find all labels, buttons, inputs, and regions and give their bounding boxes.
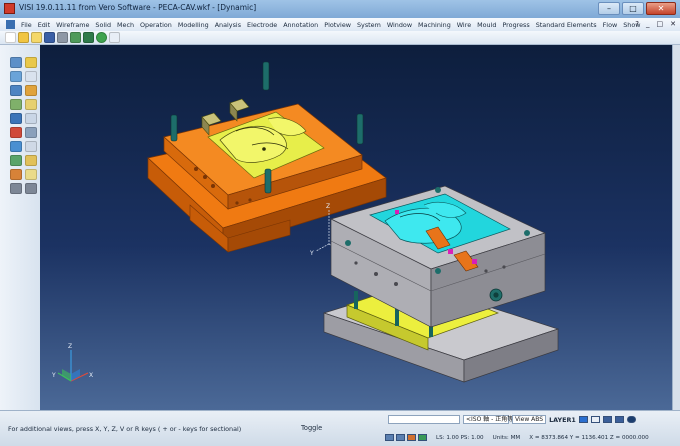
menu-wire[interactable]: Wire [454, 21, 474, 29]
import-icon[interactable] [70, 32, 81, 43]
system-menu-icon[interactable] [6, 20, 15, 29]
menu-system[interactable]: System [354, 21, 384, 29]
menu-analysis[interactable]: Analysis [212, 21, 244, 29]
menu-machining[interactable]: Machining [415, 21, 454, 29]
mdi-controls: ? _ □ ✕ [635, 20, 676, 28]
new-file-icon[interactable] [5, 32, 16, 43]
open-wizard-icon[interactable] [31, 32, 42, 43]
rotate-icon[interactable] [10, 85, 22, 96]
status-top-row: <ISO 軸 - 正角等> View ABS LAYER1 [388, 415, 636, 424]
menu-wireframe[interactable]: Wireframe [53, 21, 92, 29]
gray-mold-half[interactable] [322, 185, 560, 383]
menu-operation[interactable]: Operation [137, 21, 175, 29]
triad-x-label: X [89, 372, 93, 379]
print-icon[interactable] [57, 32, 68, 43]
unlock-icon[interactable] [25, 169, 37, 180]
erase-icon[interactable] [10, 127, 22, 138]
export-icon[interactable] [83, 32, 94, 43]
command-input[interactable] [388, 415, 460, 424]
status-bottom-row: LS: 1.00 PS: 1.00 Units: MM X = 8373.864… [385, 434, 649, 441]
menu-window[interactable]: Window [384, 21, 415, 29]
view-selector[interactable]: View ABS [512, 415, 547, 424]
window-title: VISI 19.0.11.11 from Vero Software - PEC… [19, 3, 257, 12]
menu-plotview[interactable]: Plotview [321, 21, 354, 29]
origin-y-label: Y [309, 250, 314, 257]
coordinate-readout: X = 8373.864 Y = 1136.401 Z = 0000.000 [529, 434, 649, 441]
undo-icon[interactable] [385, 434, 394, 441]
menu-modelling[interactable]: Modelling [175, 21, 212, 29]
menu-annotation[interactable]: Annotation [280, 21, 321, 29]
toggle-button[interactable]: Toggle [301, 424, 322, 432]
mdi-minimize-button[interactable]: _ [646, 20, 650, 28]
mdi-close-button[interactable]: ✕ [670, 20, 676, 28]
menu-edit[interactable]: Edit [35, 21, 53, 29]
maximize-button[interactable]: □ [622, 2, 644, 15]
minimize-button[interactable]: – [598, 2, 620, 15]
menu-mould[interactable]: Mould [474, 21, 499, 29]
globe-icon[interactable] [96, 32, 107, 43]
color-swatch-icon[interactable] [578, 416, 588, 423]
shade-icon[interactable] [10, 141, 22, 152]
save-icon[interactable] [44, 32, 55, 43]
back-arrow-icon[interactable] [10, 183, 22, 194]
main-toolbar [0, 31, 680, 45]
scale-icon[interactable] [10, 99, 22, 110]
lock-icon[interactable] [10, 169, 22, 180]
window-icon[interactable] [109, 32, 120, 43]
menu-electrode[interactable]: Electrode [244, 21, 280, 29]
help-button[interactable]: ? [635, 20, 639, 28]
status-hint: For additional views, press X, Y, Z, V o… [8, 425, 242, 433]
open-folder-icon[interactable] [18, 32, 29, 43]
measure-icon[interactable] [10, 113, 22, 124]
scale-readout: LS: 1.00 PS: 1.00 [436, 434, 484, 441]
wire-icon[interactable] [25, 141, 37, 152]
menu-mech[interactable]: Mech [114, 21, 137, 29]
zoom-icon[interactable] [407, 434, 416, 441]
menu-bar: File Edit Wireframe Solid Mech Operation… [0, 18, 680, 31]
triad-z-label: Z [68, 343, 72, 350]
fit-icon[interactable] [418, 434, 427, 441]
mdi-restore-button[interactable]: □ [657, 20, 664, 28]
hide-icon[interactable] [25, 127, 37, 138]
status-quick-icons [385, 434, 427, 441]
menu-flow[interactable]: Flow [600, 21, 621, 29]
line-style-icon[interactable] [590, 416, 600, 423]
units-readout: Units: MM [492, 434, 521, 441]
filter-icon[interactable] [10, 155, 22, 166]
move-icon[interactable] [10, 71, 22, 82]
snap-toggle-icon[interactable] [614, 416, 624, 423]
menu-standard-elements[interactable]: Standard Elements [533, 21, 600, 29]
mold-scene: Z Y X [51, 61, 560, 383]
menu-progress[interactable]: Progress [499, 21, 532, 29]
left-tool-panel [0, 45, 41, 410]
graphics-viewport[interactable]: Z Y X [40, 45, 672, 410]
close-button[interactable]: ✕ [646, 2, 676, 15]
redo-icon[interactable] [396, 434, 405, 441]
render-mode-icon[interactable] [626, 416, 636, 423]
status-bar: For additional views, press X, Y, Z, V o… [0, 410, 680, 446]
menu-file[interactable]: File [18, 21, 35, 29]
right-scroll-strip[interactable] [672, 45, 680, 410]
forward-arrow-icon[interactable] [25, 183, 37, 194]
tool-grid [10, 57, 37, 194]
mirror-icon[interactable] [25, 85, 37, 96]
edit-icon[interactable] [25, 57, 37, 68]
title-bar: VISI 19.0.11.11 from Vero Software - PEC… [0, 0, 680, 19]
window-controls: – □ ✕ [598, 2, 676, 15]
select-icon[interactable] [10, 57, 22, 68]
axis-triad: Z X Y [51, 343, 93, 382]
origin-z-label: Z [326, 203, 330, 210]
layer-icon[interactable] [25, 99, 37, 110]
grid-toggle-icon[interactable] [602, 416, 612, 423]
app-logo-icon [4, 3, 15, 14]
copy-icon[interactable] [25, 71, 37, 82]
view-icon[interactable] [25, 113, 37, 124]
triad-y-label: Y [51, 372, 56, 379]
active-layer[interactable]: LAYER1 [549, 416, 576, 424]
menu-solid[interactable]: Solid [92, 21, 114, 29]
paint-icon[interactable] [25, 155, 37, 166]
projection-select[interactable]: <ISO 軸 - 正角等> [463, 415, 518, 424]
